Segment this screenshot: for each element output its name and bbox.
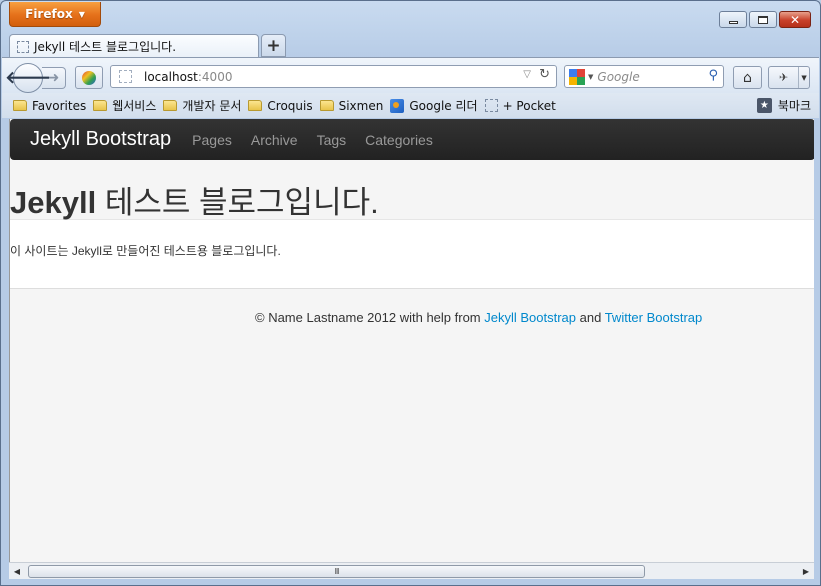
maximize-icon [758, 15, 768, 24]
browser-window: Firefox ▼ ✕ Jekyll 테스트 블로그입니다. + ➜ 🡐 loc… [0, 0, 821, 586]
site-brand-link[interactable]: Jekyll Bootstrap [30, 128, 171, 151]
scroll-right-icon[interactable]: ▶ [798, 563, 814, 579]
minimize-icon [728, 21, 738, 24]
bookmark-label: Favorites [32, 98, 87, 113]
bookmark-label: 웹서비스 [112, 99, 157, 113]
new-tab-button[interactable]: + [261, 34, 286, 57]
page-title-bold: Jekyll [10, 185, 97, 220]
tab-title: Jekyll 테스트 블로그입니다. [34, 40, 177, 54]
chevron-down-icon[interactable]: ▼ [798, 67, 809, 88]
bookmark-label: + Pocket [502, 98, 556, 113]
nav-link-categories[interactable]: Categories [365, 132, 433, 148]
addon-orb-button[interactable] [75, 66, 103, 89]
folder-icon [13, 100, 27, 111]
firefox-menu-label: Firefox [25, 7, 73, 21]
folder-icon [163, 100, 178, 111]
search-placeholder: Google [597, 69, 640, 84]
site-navbar: Jekyll Bootstrap Pages Archive Tags Cate… [10, 119, 814, 160]
minimize-button[interactable] [719, 11, 747, 28]
scroll-left-icon[interactable]: ◀ [9, 563, 25, 579]
bookmark-label: Sixmen [338, 98, 384, 113]
bookmark-web-services[interactable]: 웹서비스 [93, 97, 156, 114]
page-body-text: 이 사이트는 Jekyll로 만들어진 테스트용 블로그입니다. [10, 244, 281, 258]
page-icon [484, 99, 498, 112]
bookmark-label: Google 리더 [409, 99, 478, 113]
page-favicon-icon [17, 40, 29, 53]
chevron-down-icon: ▼ [78, 9, 85, 19]
navigation-toolbar: ➜ 🡐 localhost:4000 ▽ ↻ ▼ Google ⚲ ⌂ ✈ ▼ [2, 57, 819, 93]
page-viewport: Jekyll Bootstrap Pages Archive Tags Cate… [9, 119, 814, 562]
url-port: :4000 [197, 69, 233, 84]
close-button[interactable]: ✕ [779, 11, 811, 28]
history-dropdown-icon[interactable]: ▽ [523, 69, 531, 80]
footer-text: © Name Lastname 2012 with help from Jeky… [255, 310, 702, 325]
home-icon: ⌂ [743, 69, 752, 86]
horizontal-scrollbar[interactable]: ◀ III ▶ [9, 562, 814, 579]
maximize-button[interactable] [749, 11, 777, 28]
page-title-rest: 테스트 블로그입니다. [96, 185, 379, 220]
nav-link-tags[interactable]: Tags [317, 132, 347, 148]
google-reader-icon [390, 98, 405, 113]
nav-link-pages[interactable]: Pages [192, 132, 232, 148]
star-icon: ★ [756, 98, 772, 113]
bookmark-pocket[interactable]: + Pocket [484, 98, 556, 113]
footer-mid: and [576, 310, 605, 325]
nav-link-archive[interactable]: Archive [251, 132, 298, 148]
orb-icon [82, 70, 96, 85]
plus-icon: + [266, 35, 281, 56]
arrow-left-icon: 🡐 [5, 68, 51, 88]
bookmark-croquis[interactable]: Croquis [248, 98, 313, 113]
twitter-bootstrap-link[interactable]: Twitter Bootstrap [605, 310, 703, 325]
bookmarks-toolbar: Favorites 웹서비스 개발자 문서 Croquis Sixmen Goo… [2, 93, 819, 118]
google-engine-icon[interactable] [569, 68, 585, 85]
bug-icon: ✈ [779, 71, 789, 84]
bookmark-label: Croquis [267, 98, 313, 113]
window-controls: ✕ [719, 11, 811, 28]
folder-icon [319, 100, 334, 111]
jekyll-bootstrap-link[interactable]: Jekyll Bootstrap [484, 310, 576, 325]
search-bar[interactable]: ▼ Google ⚲ [564, 65, 724, 88]
url-bar[interactable]: localhost:4000 ▽ ↻ [110, 65, 557, 88]
search-icon[interactable]: ⚲ [708, 68, 718, 83]
bookmark-sixmen[interactable]: Sixmen [319, 98, 384, 113]
bookmarks-menu-label: 북마크 [777, 99, 811, 113]
back-button[interactable]: 🡐 [5, 63, 51, 93]
scrollbar-thumb[interactable]: III [28, 565, 645, 578]
footer-prefix: © Name Lastname 2012 with help from [255, 310, 485, 325]
tab-active[interactable]: Jekyll 테스트 블로그입니다. [9, 34, 259, 58]
addon-menu-button[interactable]: ✈ ▼ [768, 66, 810, 89]
firefox-menu-button[interactable]: Firefox ▼ [9, 2, 101, 27]
page-footer: © Name Lastname 2012 with help from Jeky… [10, 288, 814, 562]
bookmark-favorites[interactable]: Favorites [13, 99, 86, 113]
site-identity-icon [119, 70, 132, 83]
close-icon: ✕ [789, 12, 801, 27]
folder-icon [248, 100, 263, 111]
home-button[interactable]: ⌂ [733, 66, 762, 89]
reload-icon[interactable]: ↻ [539, 67, 550, 82]
bookmark-dev-docs[interactable]: 개발자 문서 [163, 97, 241, 114]
engine-caret-icon: ▼ [588, 72, 594, 81]
bookmark-google-reader[interactable]: Google 리더 [390, 97, 478, 114]
folder-icon [93, 100, 108, 111]
page-title: Jekyll 테스트 블로그입니다. [10, 177, 379, 222]
bookmarks-menu-button[interactable]: ★ 북마크 [756, 97, 811, 114]
url-host: localhost [144, 69, 198, 84]
bookmark-label: 개발자 문서 [182, 99, 242, 113]
